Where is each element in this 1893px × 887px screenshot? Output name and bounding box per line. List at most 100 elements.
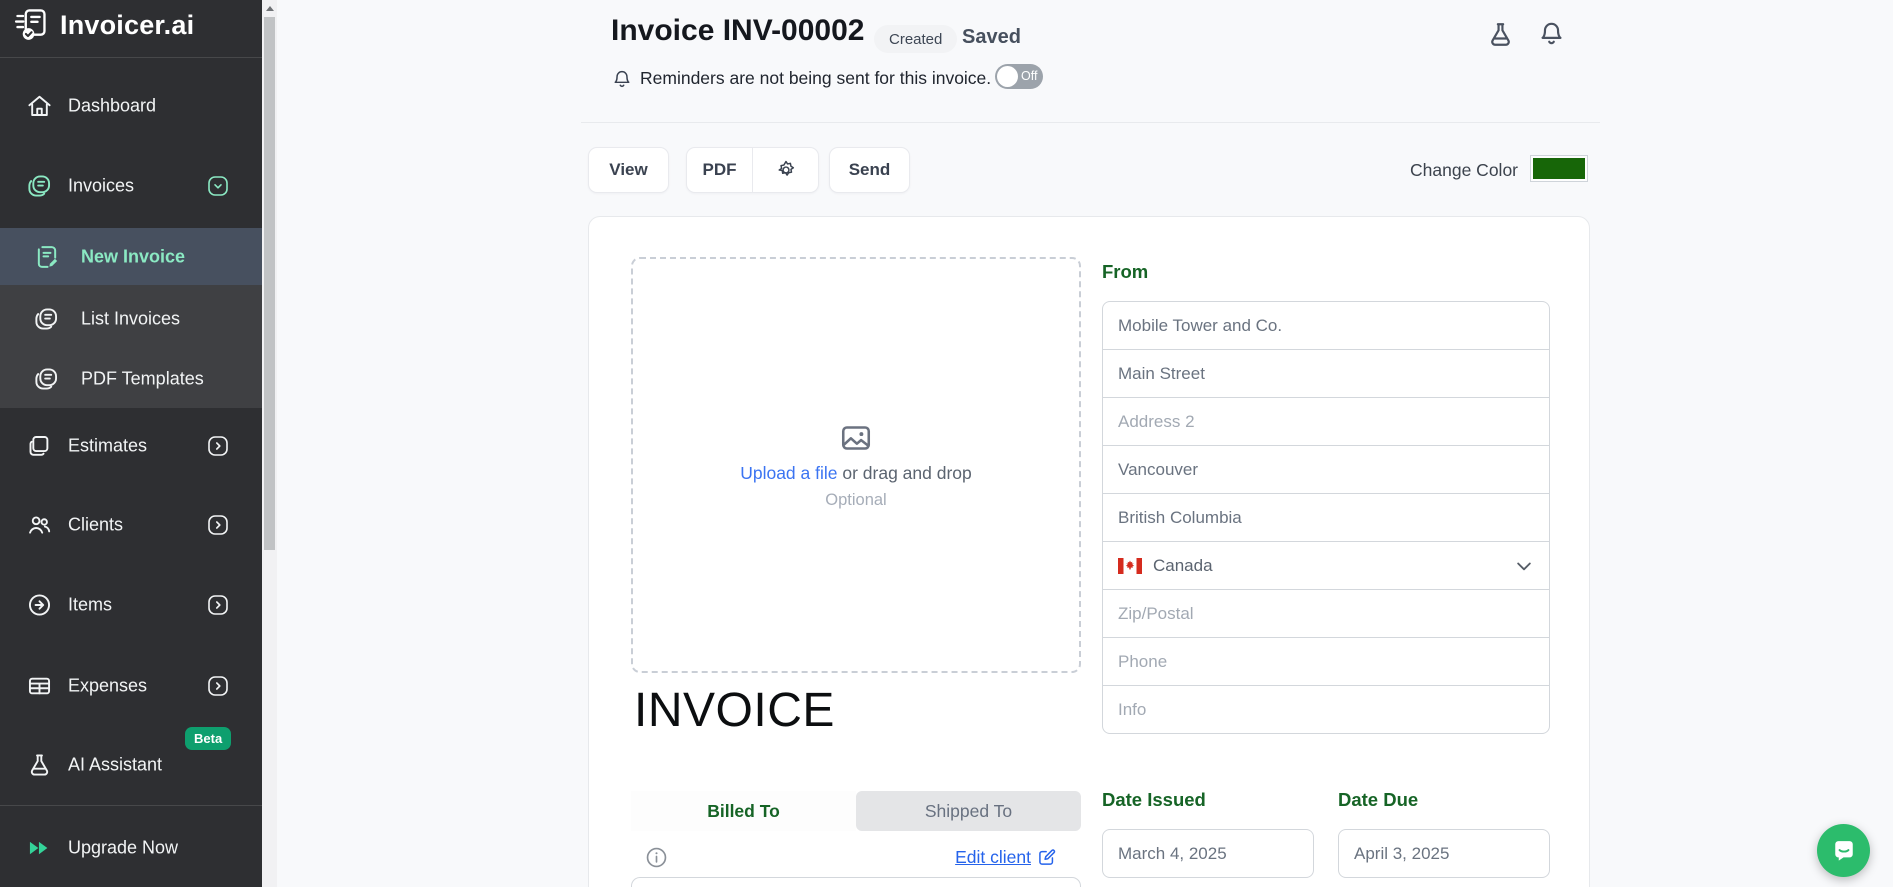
table-icon [26, 673, 53, 700]
client-name-input[interactable] [631, 877, 1081, 887]
zip-input[interactable] [1103, 590, 1549, 637]
zip-field-row [1102, 589, 1550, 638]
change-color-label: Change Color [1410, 160, 1518, 180]
date-due-input[interactable] [1338, 829, 1550, 878]
drag-drop-text: or drag and drop [842, 463, 972, 483]
billing-tabs: Billed To Shipped To [631, 791, 1081, 831]
chevron-right-icon [206, 434, 230, 458]
tab-shipped-to[interactable]: Shipped To [856, 791, 1081, 831]
pdf-split-button: PDF [686, 147, 819, 193]
labs-flask-icon[interactable] [1486, 20, 1515, 49]
chevron-right-icon [206, 593, 230, 617]
sidebar: Invoicer.ai Dashboard Invoices New Invoi… [0, 0, 262, 887]
city-field-row [1102, 445, 1550, 494]
sidebar-item-estimates[interactable]: Estimates [0, 420, 262, 472]
copy-icon [26, 433, 53, 460]
sidebar-item-items[interactable]: Items [0, 579, 262, 631]
sidebar-divider-top [0, 57, 262, 58]
page-title: Invoice INV-00002 [611, 14, 865, 47]
sidebar-item-label: PDF Templates [81, 368, 204, 389]
sidebar-item-dashboard[interactable]: Dashboard [0, 80, 262, 132]
invoicer-logo-icon [14, 7, 50, 43]
reminder-message: Reminders are not being sent for this in… [640, 68, 992, 88]
edit-client-link[interactable]: Edit client [955, 847, 1031, 867]
sidebar-item-ai-assistant[interactable]: AI Assistant [0, 739, 262, 791]
chevron-right-icon [206, 674, 230, 698]
saved-indicator: Saved [962, 26, 1021, 48]
company-input[interactable] [1103, 302, 1549, 349]
send-button[interactable]: Send [829, 147, 910, 193]
state-field-row [1102, 493, 1550, 542]
address2-field-row [1102, 397, 1550, 446]
sidebar-item-clients[interactable]: Clients [0, 499, 262, 551]
chat-bubble-icon [1830, 837, 1858, 865]
bell-icon [611, 68, 633, 90]
date-issued-label: Date Issued [1102, 789, 1206, 810]
header-divider [581, 122, 1600, 123]
sidebar-item-label: Dashboard [68, 95, 157, 116]
scrollbar-thumb[interactable] [264, 17, 275, 550]
file-pen-icon [33, 243, 61, 271]
address1-input[interactable] [1103, 350, 1549, 397]
invoices-icon [33, 306, 60, 333]
upload-optional-text: Optional [825, 491, 887, 509]
sidebar-item-new-invoice[interactable]: New Invoice [0, 228, 262, 285]
tab-billed-to[interactable]: Billed To [631, 791, 856, 831]
chevron-right-icon [206, 513, 230, 537]
notifications-bell-icon[interactable] [1537, 19, 1566, 48]
company-field-row [1102, 301, 1550, 350]
sidebar-item-label: Clients [68, 514, 124, 535]
city-input[interactable] [1103, 446, 1549, 493]
edit-pencil-icon [1037, 847, 1057, 867]
upload-file-link[interactable]: Upload a file [740, 463, 837, 483]
country-value: Canada [1153, 555, 1213, 575]
sidebar-item-label: Expenses [68, 675, 148, 696]
address2-input[interactable] [1103, 398, 1549, 445]
sidebar-item-invoices[interactable]: Invoices [0, 160, 262, 212]
invoice-doc-title: INVOICE [634, 684, 835, 737]
sidebar-item-pdf-templates[interactable]: PDF Templates [0, 353, 262, 405]
view-button[interactable]: View [588, 147, 669, 193]
date-due-label: Date Due [1338, 789, 1419, 810]
invoices-icon [26, 173, 53, 200]
sidebar-item-label: Invoices [68, 175, 135, 196]
reminders-toggle[interactable]: Off [995, 64, 1043, 89]
sidebar-item-label: AI Assistant [68, 754, 163, 775]
flask-icon [26, 752, 53, 779]
color-picker-swatch[interactable] [1530, 155, 1588, 182]
fast-forward-icon [26, 835, 53, 862]
app-title: Invoicer.ai [60, 9, 195, 40]
sidebar-item-list-invoices[interactable]: List Invoices [0, 293, 262, 345]
country-select[interactable]: Canada [1102, 541, 1550, 590]
phone-input[interactable] [1103, 638, 1549, 685]
state-input[interactable] [1103, 494, 1549, 541]
chevron-down-icon [206, 174, 230, 198]
sidebar-item-expenses[interactable]: Expenses [0, 660, 262, 712]
arrow-circle-icon [26, 592, 53, 619]
color-swatch-fill [1533, 158, 1585, 179]
invoice-editor-card: Upload a file or drag and drop Optional … [588, 216, 1590, 887]
phone-field-row [1102, 637, 1550, 686]
pdf-button[interactable]: PDF [687, 148, 752, 192]
sidebar-scrollbar [262, 0, 277, 887]
logo-upload-dropzone[interactable]: Upload a file or drag and drop Optional [631, 257, 1081, 673]
chevron-down-icon [1514, 556, 1534, 576]
image-icon [838, 420, 874, 456]
sidebar-item-label: New Invoice [81, 246, 186, 266]
from-fields-group: Canada [1102, 301, 1550, 734]
gear-icon [775, 159, 797, 181]
app-window: Invoicer.ai Dashboard Invoices New Invoi… [0, 0, 1893, 887]
chat-widget-button[interactable] [1817, 824, 1870, 877]
info-input[interactable] [1103, 686, 1549, 733]
pdf-settings-button[interactable] [752, 148, 818, 192]
date-issued-input[interactable] [1102, 829, 1314, 878]
home-icon [26, 93, 53, 120]
address1-field-row [1102, 349, 1550, 398]
info-field-row [1102, 685, 1550, 734]
sidebar-item-label: Items [68, 594, 113, 615]
scrollbar-up-arrow[interactable] [262, 0, 277, 16]
users-icon [26, 512, 53, 539]
app-logo[interactable]: Invoicer.ai [14, 7, 194, 43]
sidebar-item-upgrade[interactable]: Upgrade Now [0, 822, 262, 874]
canada-flag-icon [1118, 557, 1142, 574]
